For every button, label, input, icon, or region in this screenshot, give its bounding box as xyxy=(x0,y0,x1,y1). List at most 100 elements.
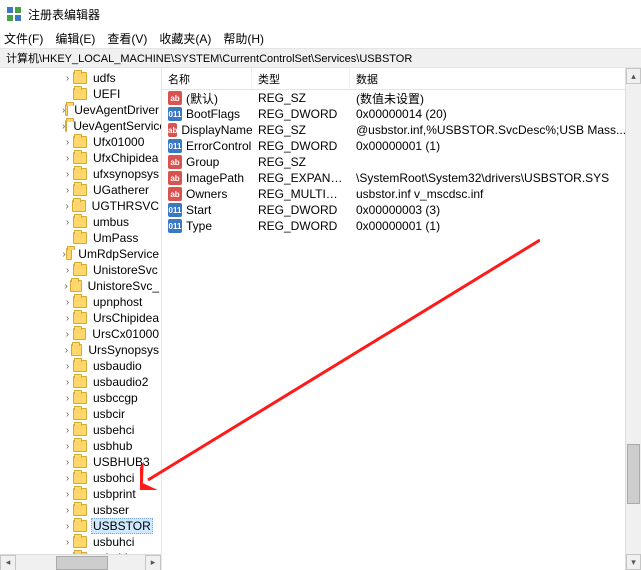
tree-item-udfs[interactable]: ›udfs xyxy=(0,70,161,86)
value-data: 0x00000003 (3) xyxy=(350,203,641,217)
value-type: REG_DWORD xyxy=(252,203,350,217)
binary-value-icon: 011 xyxy=(168,107,182,121)
chevron-right-icon[interactable]: › xyxy=(62,153,73,164)
tree-item-label: usbcir xyxy=(91,407,127,421)
tree-item-ufxsynopsys[interactable]: ›ufxsynopsys xyxy=(0,166,161,182)
value-type: REG_DWORD xyxy=(252,107,350,121)
chevron-right-icon[interactable]: › xyxy=(62,489,73,500)
tree-item-uefi[interactable]: UEFI xyxy=(0,86,161,102)
tree-item-umbus[interactable]: ›umbus xyxy=(0,214,161,230)
vscroll-track[interactable] xyxy=(626,84,641,554)
hscroll-right-button[interactable]: ▸ xyxy=(145,555,161,570)
chevron-right-icon[interactable]: › xyxy=(62,185,73,196)
value-data: \SystemRoot\System32\drivers\USBSTOR.SYS xyxy=(350,171,641,185)
chevron-right-icon[interactable]: › xyxy=(62,169,73,180)
menu-edit[interactable]: 编辑(E) xyxy=(55,30,95,47)
chevron-right-icon[interactable]: › xyxy=(62,297,73,308)
folder-icon xyxy=(73,168,87,180)
tree-item-usbhub[interactable]: ›usbhub xyxy=(0,438,161,454)
tree-item-ugthrsvc[interactable]: ›UGTHRSVC xyxy=(0,198,161,214)
value-name: Owners xyxy=(186,187,227,201)
chevron-right-icon[interactable]: › xyxy=(62,409,73,420)
chevron-right-icon[interactable]: › xyxy=(62,457,73,468)
value-row[interactable]: abDisplayNameREG_SZ@usbstor.inf,%USBSTOR… xyxy=(162,122,641,138)
tree-item-urscx01000[interactable]: › UrsCx01000 xyxy=(0,326,161,342)
tree-item-usbser[interactable]: ›usbser xyxy=(0,502,161,518)
vscroll-thumb[interactable] xyxy=(627,444,640,504)
tree-item-usbaudio[interactable]: ›usbaudio xyxy=(0,358,161,374)
value-row[interactable]: abImagePathREG_EXPAND_SZ\SystemRoot\Syst… xyxy=(162,170,641,186)
col-header-data[interactable]: 数据 xyxy=(350,68,641,89)
tree-item-usbcir[interactable]: › usbcir xyxy=(0,406,161,422)
value-row[interactable]: 011ErrorControlREG_DWORD0x00000001 (1) xyxy=(162,138,641,154)
address-bar[interactable]: 计算机\HKEY_LOCAL_MACHINE\SYSTEM\CurrentCon… xyxy=(0,48,641,68)
chevron-right-icon[interactable]: › xyxy=(62,313,73,324)
value-name: Start xyxy=(186,203,211,217)
chevron-right-icon[interactable]: › xyxy=(62,265,73,276)
value-name: BootFlags xyxy=(186,107,240,121)
value-row[interactable]: 011TypeREG_DWORD0x00000001 (1) xyxy=(162,218,641,234)
chevron-right-icon[interactable]: › xyxy=(62,377,73,388)
col-header-type[interactable]: 类型 xyxy=(252,68,350,89)
tree-item-usbaudio2[interactable]: ›usbaudio2 xyxy=(0,374,161,390)
tree-item-label: UrsCx01000 xyxy=(90,327,161,341)
tree-item-usbstor[interactable]: ›USBSTOR xyxy=(0,518,161,534)
value-type: REG_DWORD xyxy=(252,219,350,233)
tree-item-ufxchipidea[interactable]: › UfxChipidea xyxy=(0,150,161,166)
folder-icon xyxy=(70,280,81,292)
chevron-right-icon[interactable]: › xyxy=(62,425,73,436)
chevron-right-icon[interactable]: › xyxy=(62,537,73,548)
hscroll-track[interactable] xyxy=(16,555,145,570)
chevron-right-icon[interactable]: › xyxy=(62,345,71,356)
tree-item-usbohci[interactable]: ›usbohci xyxy=(0,470,161,486)
chevron-right-icon[interactable]: › xyxy=(62,281,70,292)
hscroll-thumb[interactable] xyxy=(56,556,108,570)
value-row[interactable]: 011StartREG_DWORD0x00000003 (3) xyxy=(162,202,641,218)
chevron-right-icon[interactable]: › xyxy=(62,473,73,484)
menu-fav[interactable]: 收藏夹(A) xyxy=(159,30,211,47)
tree-item-usbuhci[interactable]: › usbuhci xyxy=(0,534,161,550)
tree-item-ufx01000[interactable]: ›Ufx01000 xyxy=(0,134,161,150)
chevron-right-icon[interactable]: › xyxy=(62,329,73,340)
tree-item-upnphost[interactable]: › upnphost xyxy=(0,294,161,310)
value-row[interactable]: 011BootFlagsREG_DWORD0x00000014 (20) xyxy=(162,106,641,122)
chevron-right-icon[interactable]: › xyxy=(62,217,73,228)
tree-item-urschipidea[interactable]: ›UrsChipidea xyxy=(0,310,161,326)
value-row[interactable]: abGroupREG_SZ xyxy=(162,154,641,170)
tree-item-usbccgp[interactable]: ›usbccgp xyxy=(0,390,161,406)
tree-item-usbhub3[interactable]: ›USBHUB3 xyxy=(0,454,161,470)
chevron-right-icon[interactable]: › xyxy=(62,393,73,404)
chevron-right-icon[interactable]: › xyxy=(62,505,73,516)
menu-view[interactable]: 查看(V) xyxy=(107,30,147,47)
tree-hscroll[interactable]: ◂ ▸ xyxy=(0,554,161,570)
tree-item-unistoresvc[interactable]: ›UnistoreSvc xyxy=(0,262,161,278)
tree-item-ugatherer[interactable]: ›UGatherer xyxy=(0,182,161,198)
tree-item-usbehci[interactable]: ›usbehci xyxy=(0,422,161,438)
tree-item-umpass[interactable]: UmPass xyxy=(0,230,161,246)
chevron-right-icon[interactable]: › xyxy=(62,201,72,212)
tree-item-uevagentdriver[interactable]: ›UevAgentDriver xyxy=(0,102,161,118)
col-header-name[interactable]: 名称 xyxy=(162,68,252,89)
chevron-right-icon[interactable]: › xyxy=(62,73,73,84)
tree-item-label: usbuhci xyxy=(91,535,136,549)
tree-item-umrdpservice[interactable]: ›UmRdpService xyxy=(0,246,161,262)
vscroll-down-button[interactable]: ▾ xyxy=(626,554,641,570)
value-row[interactable]: abOwnersREG_MULTI_SZusbstor.inf v_mscdsc… xyxy=(162,186,641,202)
hscroll-left-button[interactable]: ◂ xyxy=(0,555,16,570)
window-vscroll[interactable]: ▴ ▾ xyxy=(625,68,641,570)
tree-item-label: UfxChipidea xyxy=(91,151,160,165)
tree-item-unistoresvc_[interactable]: ›UnistoreSvc_ xyxy=(0,278,161,294)
tree-item-usbprint[interactable]: ›usbprint xyxy=(0,486,161,502)
vscroll-up-button[interactable]: ▴ xyxy=(626,68,641,84)
chevron-right-icon[interactable]: › xyxy=(62,441,73,452)
chevron-right-icon[interactable]: › xyxy=(62,361,73,372)
menu-help[interactable]: 帮助(H) xyxy=(223,30,264,47)
tree-item-urssynopsys[interactable]: ›UrsSynopsys xyxy=(0,342,161,358)
menu-file[interactable]: 文件(F) xyxy=(4,30,43,47)
folder-icon xyxy=(73,376,87,388)
chevron-right-icon[interactable]: › xyxy=(62,521,73,532)
tree-item-uevagentservice[interactable]: ›UevAgentService xyxy=(0,118,161,134)
chevron-right-icon[interactable]: › xyxy=(62,137,73,148)
value-row[interactable]: ab(默认)REG_SZ(数值未设置) xyxy=(162,90,641,106)
tree-item-label: upnphost xyxy=(91,295,144,309)
